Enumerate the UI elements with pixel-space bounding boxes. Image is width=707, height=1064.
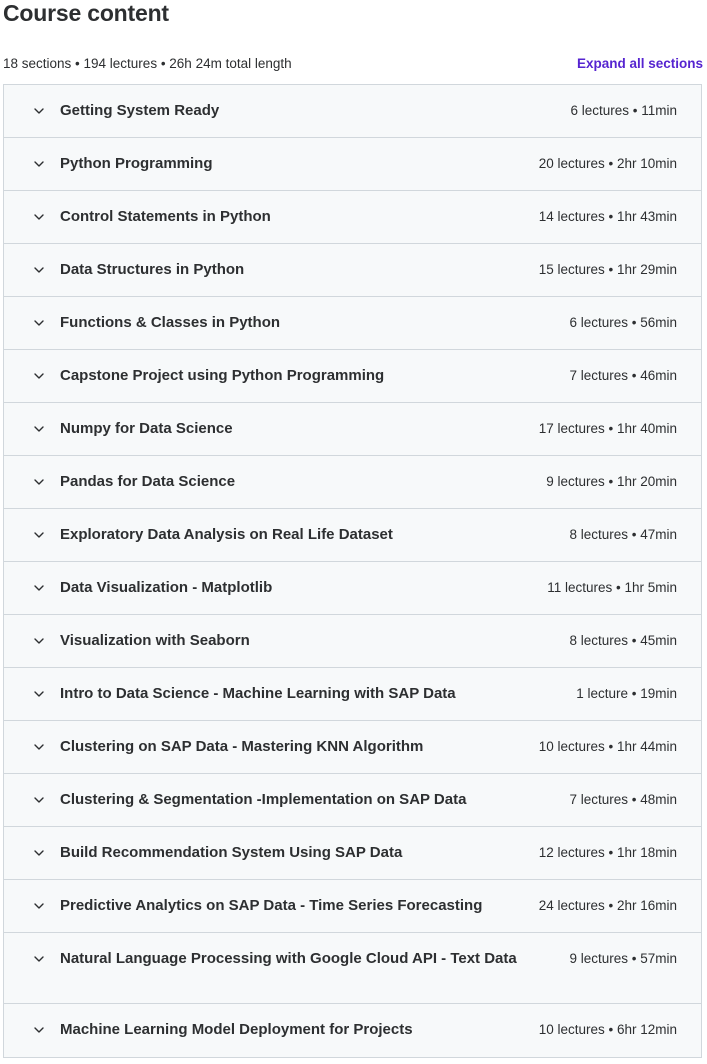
chevron-down-icon [32, 684, 46, 704]
chevron-down-icon [32, 949, 46, 969]
section-title: Data Visualization - Matplotlib [60, 579, 273, 596]
section-list: Getting System Ready 6 lectures • 11min … [3, 84, 702, 1058]
section-meta: 11 lectures • 1hr 5min [547, 580, 677, 595]
section-meta: 6 lectures • 56min [569, 315, 677, 330]
chevron-down-icon [32, 313, 46, 333]
chevron-down-icon [32, 843, 46, 863]
section-meta: 7 lectures • 48min [569, 792, 677, 807]
section-item[interactable]: Control Statements in Python 14 lectures… [4, 191, 701, 244]
section-title: Capstone Project using Python Programmin… [60, 367, 385, 384]
section-title: Clustering on SAP Data - Mastering KNN A… [60, 738, 424, 755]
section-meta: 6 lectures • 11min [570, 103, 677, 118]
section-item[interactable]: Numpy for Data Science 17 lectures • 1hr… [4, 403, 701, 456]
section-title: Natural Language Processing with Google … [60, 950, 517, 967]
section-title: Clustering & Segmentation -Implementatio… [60, 791, 467, 808]
section-title: Control Statements in Python [60, 208, 271, 225]
section-title: Pandas for Data Science [60, 473, 236, 490]
section-title: Visualization with Seaborn [60, 632, 250, 649]
section-meta: 10 lectures • 6hr 12min [538, 1022, 677, 1037]
section-title: Numpy for Data Science [60, 420, 233, 437]
section-meta: 9 lectures • 57min [569, 951, 677, 966]
section-item[interactable]: Getting System Ready 6 lectures • 11min [4, 85, 701, 138]
course-summary: 18 sections • 194 lectures • 26h 24m tot… [3, 55, 292, 71]
section-meta: 12 lectures • 1hr 18min [538, 845, 677, 860]
chevron-down-icon [32, 419, 46, 439]
section-meta: 15 lectures • 1hr 29min [538, 262, 677, 277]
expand-all-sections-button[interactable]: Expand all sections [577, 56, 703, 71]
chevron-down-icon [32, 260, 46, 280]
page-title: Course content [3, 0, 169, 26]
chevron-down-icon [32, 631, 46, 651]
chevron-down-icon [32, 207, 46, 227]
section-item[interactable]: Predictive Analytics on SAP Data - Time … [4, 880, 701, 933]
chevron-down-icon [32, 101, 46, 121]
section-item[interactable]: Exploratory Data Analysis on Real Life D… [4, 509, 701, 562]
section-item[interactable]: Clustering & Segmentation -Implementatio… [4, 774, 701, 827]
section-item[interactable]: Visualization with Seaborn 8 lectures • … [4, 615, 701, 668]
section-meta: 14 lectures • 1hr 43min [538, 209, 677, 224]
section-item[interactable]: Python Programming 20 lectures • 2hr 10m… [4, 138, 701, 191]
section-item[interactable]: Data Structures in Python 15 lectures • … [4, 244, 701, 297]
section-item[interactable]: Data Visualization - Matplotlib 11 lectu… [4, 562, 701, 615]
section-title: Python Programming [60, 155, 213, 172]
course-summary-row: 18 sections • 194 lectures • 26h 24m tot… [3, 53, 703, 73]
section-meta: 17 lectures • 1hr 40min [538, 421, 677, 436]
section-title: Machine Learning Model Deployment for Pr… [60, 1021, 413, 1038]
section-title: Build Recommendation System Using SAP Da… [60, 844, 403, 861]
section-item[interactable]: Clustering on SAP Data - Mastering KNN A… [4, 721, 701, 774]
section-meta: 7 lectures • 46min [569, 368, 677, 383]
chevron-down-icon [32, 790, 46, 810]
section-item[interactable]: Build Recommendation System Using SAP Da… [4, 827, 701, 880]
section-title: Functions & Classes in Python [60, 314, 281, 331]
section-meta: 9 lectures • 1hr 20min [546, 474, 677, 489]
section-item[interactable]: Functions & Classes in Python 6 lectures… [4, 297, 701, 350]
section-meta: 24 lectures • 2hr 16min [538, 898, 677, 913]
chevron-down-icon [32, 578, 46, 598]
chevron-down-icon [32, 366, 46, 386]
chevron-down-icon [32, 737, 46, 757]
section-meta: 10 lectures • 1hr 44min [538, 739, 677, 754]
section-meta: 8 lectures • 47min [569, 527, 677, 542]
chevron-down-icon [32, 472, 46, 492]
section-item[interactable]: Natural Language Processing with Google … [4, 933, 701, 1004]
section-title: Predictive Analytics on SAP Data - Time … [60, 897, 483, 914]
chevron-down-icon [32, 896, 46, 916]
chevron-down-icon [32, 154, 46, 174]
section-title: Exploratory Data Analysis on Real Life D… [60, 526, 393, 543]
chevron-down-icon [32, 1020, 46, 1040]
section-title: Intro to Data Science - Machine Learning… [60, 685, 456, 702]
section-item[interactable]: Machine Learning Model Deployment for Pr… [4, 1004, 701, 1057]
section-item[interactable]: Capstone Project using Python Programmin… [4, 350, 701, 403]
section-title: Getting System Ready [60, 102, 220, 119]
section-meta: 20 lectures • 2hr 10min [538, 156, 677, 171]
chevron-down-icon [32, 525, 46, 545]
section-title: Data Structures in Python [60, 261, 245, 278]
section-item[interactable]: Pandas for Data Science 9 lectures • 1hr… [4, 456, 701, 509]
section-meta: 1 lecture • 19min [576, 686, 677, 701]
section-meta: 8 lectures • 45min [569, 633, 677, 648]
section-item[interactable]: Intro to Data Science - Machine Learning… [4, 668, 701, 721]
